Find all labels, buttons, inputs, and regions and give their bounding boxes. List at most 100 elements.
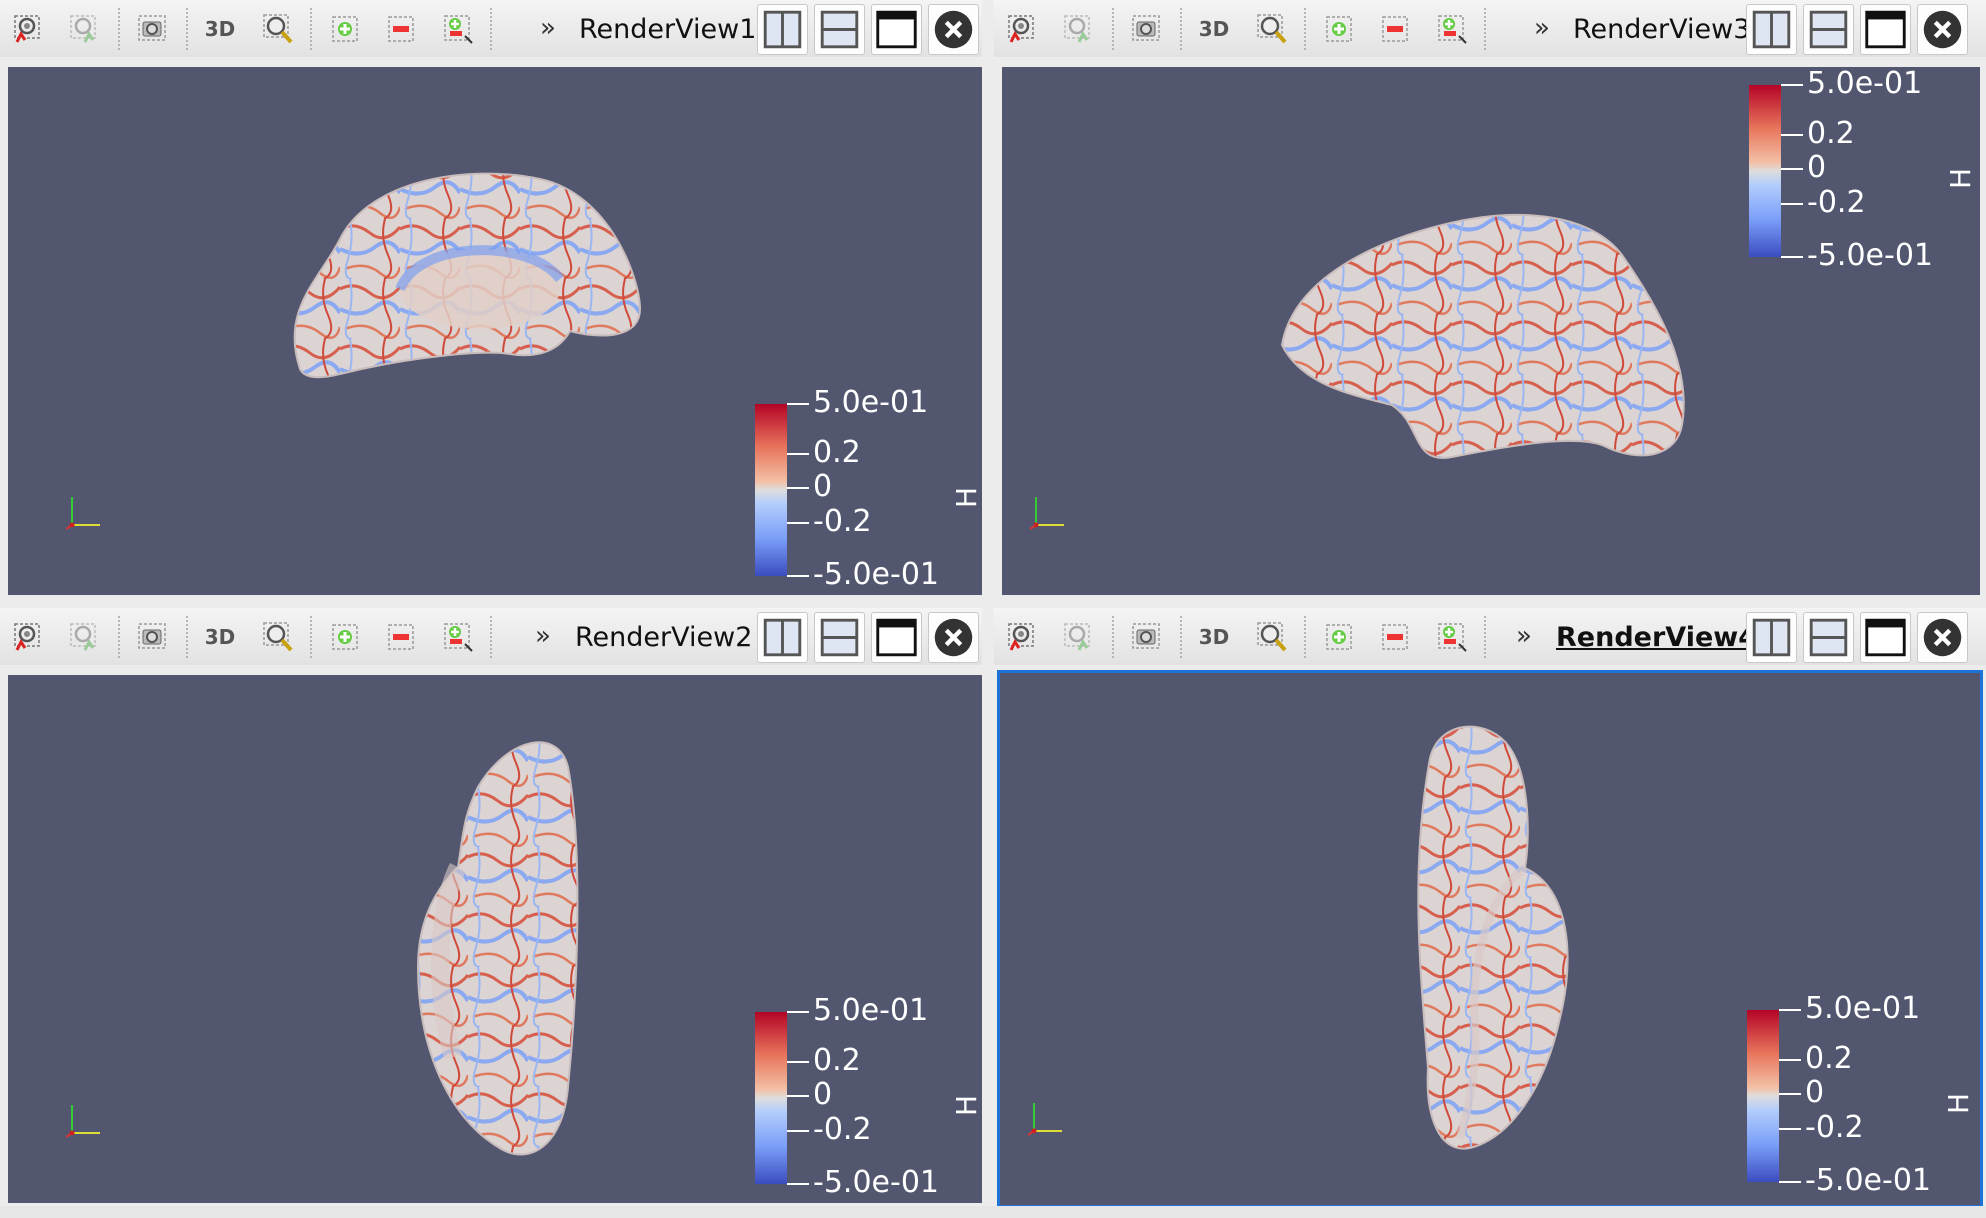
cortex-surface-superior[interactable] [408,727,598,1172]
colorbar-tick [1779,1093,1801,1095]
close-view-button[interactable] [928,4,979,55]
view-title[interactable]: RenderView4 [1556,622,1757,653]
split-horizontal-button[interactable] [1746,4,1797,55]
render-viewport[interactable]: 5.0e-01 0.2 0 -0.2 -5.0e-01 H [1002,67,1980,595]
mode-3d-label: 3D [204,17,236,41]
view-title[interactable]: RenderView3 [1573,14,1750,45]
reset-camera-icon[interactable] [8,9,48,49]
split-vertical-button[interactable] [814,4,865,55]
zoom-to-box-icon[interactable] [258,617,298,657]
close-view-button[interactable] [928,612,979,663]
select-points-on-icon[interactable] [381,617,421,657]
cortex-surface-medial[interactable] [280,159,740,444]
colorbar-tick [787,403,809,405]
select-cells-on-icon[interactable] [325,9,365,49]
colorbar-label: 0.2 [813,435,861,470]
toolbar-separator [490,616,492,658]
render-viewport[interactable]: 5.0e-01 0.2 0 -0.2 -5.0e-01 H [997,670,1983,1208]
toggle-3d-button[interactable]: 3D [200,617,240,657]
view-title[interactable]: RenderView2 [575,622,752,653]
capture-screenshot-icon[interactable] [1126,9,1166,49]
reset-camera-icon[interactable] [1002,617,1042,657]
toolbar-separator [186,616,188,658]
zoom-to-box-icon[interactable] [258,9,298,49]
toolbar-overflow-icon[interactable]: » [540,13,556,43]
colorbar-label: -0.2 [1807,185,1866,220]
interactive-select-icon[interactable] [438,617,478,657]
mode-3d-label: 3D [1198,625,1230,649]
split-horizontal-button[interactable] [1746,612,1797,663]
toolbar-separator [118,8,120,50]
render-viewport[interactable]: 5.0e-01 0.2 0 -0.2 -5.0e-01 H [8,67,982,595]
capture-screenshot-icon[interactable] [1126,617,1166,657]
cortex-surface-lateral[interactable] [1272,195,1712,490]
orientation-axes-icon [1027,1091,1076,1139]
split-horizontal-button[interactable] [757,612,808,663]
colorbar-tick [787,453,809,455]
colorbar-tick [1781,168,1803,170]
reset-camera-icon[interactable] [1002,9,1042,49]
select-points-on-icon[interactable] [1375,9,1415,49]
colorbar-gradient [755,1012,787,1184]
toolbar-separator [490,8,492,50]
toolbar-separator [118,616,120,658]
close-view-button[interactable] [1917,612,1968,663]
orientation-axes-icon [65,1093,114,1141]
toolbar-separator [1180,8,1182,50]
zoom-to-box-icon[interactable] [1252,9,1292,49]
toolbar-separator [1112,616,1114,658]
view-title[interactable]: RenderView1 [579,14,756,45]
reset-camera-icon[interactable] [8,617,48,657]
toolbar-overflow-icon[interactable]: » [535,621,551,651]
select-points-on-icon[interactable] [1375,617,1415,657]
reset-camera-closest-icon[interactable] [64,617,104,657]
maximize-button[interactable] [1860,612,1911,663]
toggle-3d-button[interactable]: 3D [1194,617,1234,657]
colorbar-label: 0.2 [813,1043,861,1078]
view-toolbar: 3D » RenderView3 [994,0,1986,57]
colorbar-tick [1779,1181,1801,1183]
colorbar-label: -0.2 [813,1112,872,1147]
select-cells-on-icon[interactable] [1319,9,1359,49]
split-horizontal-button[interactable] [757,4,808,55]
reset-camera-closest-icon[interactable] [1058,9,1098,49]
toolbar-overflow-icon[interactable]: » [1534,13,1550,43]
zoom-to-box-icon[interactable] [1252,617,1292,657]
colorbar-label: 0 [1805,1075,1825,1110]
select-cells-on-icon[interactable] [325,617,365,657]
colorbar-gradient [755,404,787,576]
colorbar-label: 0 [813,469,833,504]
maximize-button[interactable] [871,612,922,663]
colorbar-title: H [1944,167,1977,189]
maximize-button[interactable] [871,4,922,55]
toolbar-overflow-icon[interactable]: » [1516,621,1532,651]
split-vertical-button[interactable] [1803,612,1854,663]
capture-screenshot-icon[interactable] [132,9,172,49]
colorbar-tick [1779,1059,1801,1061]
split-vertical-button[interactable] [814,612,865,663]
colorbar-tick [787,487,809,489]
maximize-button[interactable] [1860,4,1911,55]
reset-camera-closest-icon[interactable] [64,9,104,49]
toolbar-separator [310,8,312,50]
interactive-select-icon[interactable] [1432,617,1472,657]
toggle-3d-button[interactable]: 3D [1194,9,1234,49]
reset-camera-closest-icon[interactable] [1058,617,1098,657]
colorbar-tick [1781,203,1803,205]
colorbar-tick [787,522,809,524]
select-points-on-icon[interactable] [381,9,421,49]
interactive-select-icon[interactable] [438,9,478,49]
mode-3d-label: 3D [1198,17,1230,41]
colorbar-label: 0 [813,1077,833,1112]
interactive-select-icon[interactable] [1432,9,1472,49]
split-vertical-button[interactable] [1803,4,1854,55]
cortex-surface-inferior[interactable] [1400,718,1590,1163]
capture-screenshot-icon[interactable] [132,617,172,657]
close-view-button[interactable] [1917,4,1968,55]
colorbar-tick [787,1183,809,1185]
toggle-3d-button[interactable]: 3D [200,9,240,49]
render-viewport[interactable]: 5.0e-01 0.2 0 -0.2 -5.0e-01 H [8,675,982,1203]
colorbar-tick [787,1095,809,1097]
select-cells-on-icon[interactable] [1319,617,1359,657]
colorbar-label: -5.0e-01 [813,557,939,592]
